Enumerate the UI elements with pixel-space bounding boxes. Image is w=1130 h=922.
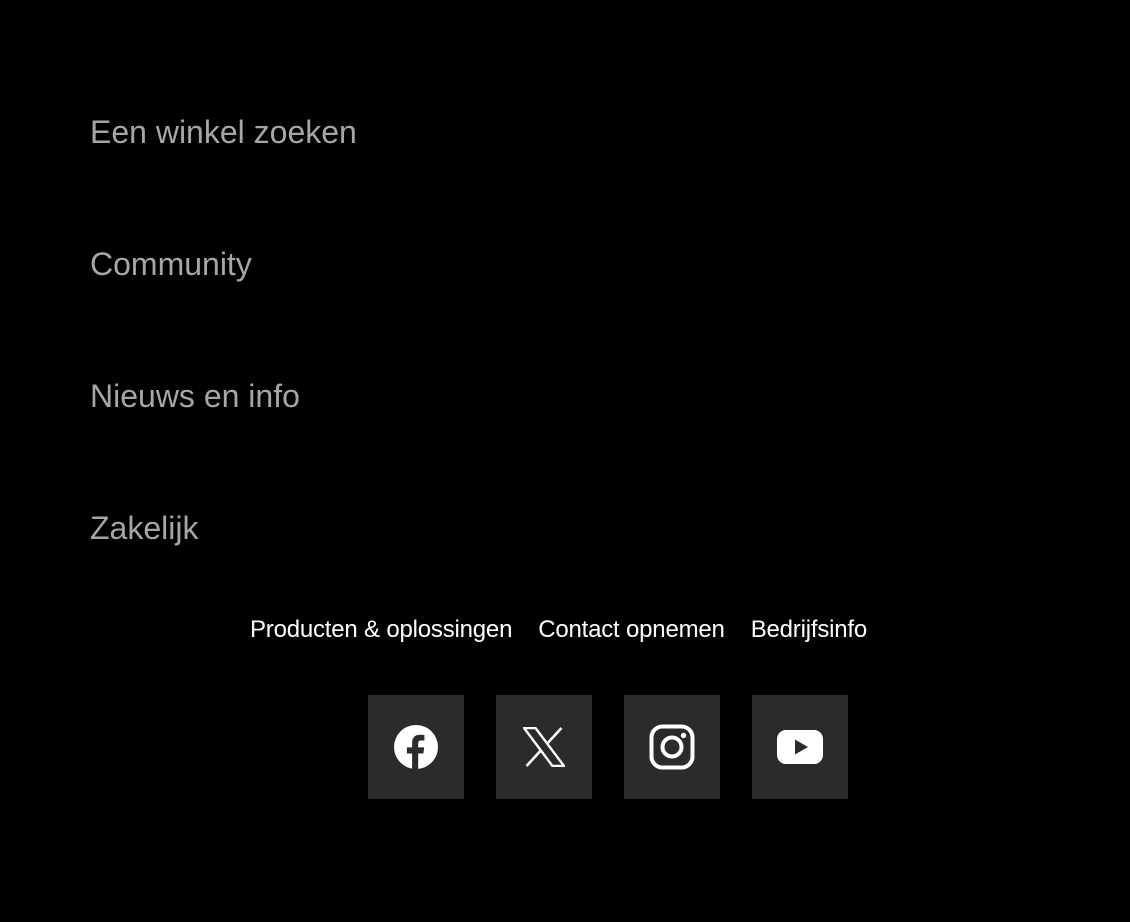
facebook-icon (394, 725, 438, 770)
x-icon (523, 727, 565, 767)
youtube-button[interactable] (752, 695, 848, 799)
menu-item-business[interactable]: Zakelijk (90, 508, 198, 548)
instagram-button[interactable] (624, 695, 720, 799)
facebook-button[interactable] (368, 695, 464, 799)
menu-item-community[interactable]: Community (90, 244, 252, 284)
footer-link-company[interactable]: Bedrijfsinfo (751, 614, 868, 646)
footer-link-contact[interactable]: Contact opnemen (538, 614, 725, 646)
social-links (368, 695, 848, 799)
youtube-icon (777, 730, 823, 764)
instagram-icon (649, 724, 695, 770)
menu-item-news[interactable]: Nieuws en info (90, 376, 300, 416)
footer-link-products[interactable]: Producten & oplossingen (250, 614, 512, 646)
x-button[interactable] (496, 695, 592, 799)
menu-item-find-store[interactable]: Een winkel zoeken (90, 112, 357, 152)
footer-links: Producten & oplossingen Contact opnemen … (0, 614, 1130, 646)
